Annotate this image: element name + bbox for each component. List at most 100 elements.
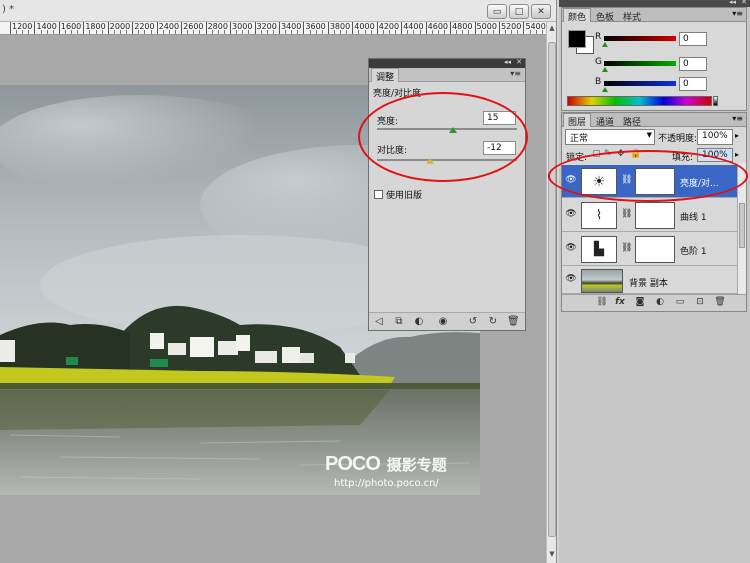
g-slider[interactable]: [604, 61, 676, 66]
b-slider[interactable]: [604, 81, 676, 86]
ruler-minor-tick: [511, 30, 513, 34]
eye-icon[interactable]: 👁: [565, 209, 577, 221]
layers-scroll-thumb[interactable]: [739, 203, 745, 248]
visibility-icon[interactable]: ◉: [437, 316, 449, 328]
ruler-minor-tick: [321, 30, 323, 34]
ruler-minor-tick: [138, 30, 140, 34]
link-icon[interactable]: ⛓: [621, 209, 632, 219]
color-ramp[interactable]: [567, 96, 712, 106]
vertical-scrollbar[interactable]: ▲ ▼: [546, 22, 556, 563]
opacity-input[interactable]: 100%: [697, 129, 733, 145]
new-layer-icon[interactable]: ⊡: [694, 297, 706, 309]
document-titlebar: ) * ▭ □ ✕: [0, 0, 556, 22]
layer-mask-thumbnail[interactable]: [635, 202, 675, 229]
ruler-minor-tick: [236, 30, 238, 34]
add-mask-icon[interactable]: ◙: [634, 297, 646, 309]
back-arrow-icon[interactable]: ◁: [373, 316, 385, 328]
ruler-minor-tick: [199, 30, 201, 34]
document-window: ) * ▭ □ ✕ 1200 1400 1600 1800 2000 2200 2400 26…: [0, 0, 557, 563]
scroll-down-icon[interactable]: ▼: [547, 550, 556, 560]
delete-layer-icon[interactable]: 🗑: [714, 297, 726, 309]
collapse-icon[interactable]: ◂◂: [504, 58, 511, 66]
ruler-tick: [278, 22, 280, 34]
legacy-label: 使用旧版: [386, 191, 423, 201]
panel-grip[interactable]: ◂◂ ✕: [369, 58, 525, 68]
opacity-arrow-icon[interactable]: ▸: [735, 131, 739, 140]
b-input[interactable]: 0: [679, 77, 707, 91]
clip-layer-icon[interactable]: ◐: [413, 316, 425, 328]
link-icon[interactable]: ⛓: [621, 243, 632, 253]
ruler-minor-tick: [340, 30, 342, 34]
foreground-color-swatch[interactable]: [568, 30, 586, 48]
panel-close-icon[interactable]: ✕: [516, 58, 522, 66]
b-slider-thumb[interactable]: [602, 87, 608, 92]
bw-ramp[interactable]: [713, 96, 718, 106]
eye-icon[interactable]: 👁: [565, 243, 577, 255]
layer-image-thumbnail: [581, 269, 623, 293]
ruler-minor-tick: [382, 30, 384, 34]
ruler-minor-tick: [65, 30, 66, 34]
layer-background-copy[interactable]: 👁 背景 副本: [562, 267, 737, 294]
layer-style-icon[interactable]: fx: [614, 297, 626, 309]
close-button[interactable]: ✕: [531, 4, 551, 19]
dock-grip[interactable]: ◂◂ ✕: [559, 0, 750, 7]
poco-watermark: POCO 摄影专题: [325, 453, 447, 476]
dock-collapse-icon[interactable]: ◂◂: [729, 0, 736, 6]
ruler-minor-tick: [437, 30, 439, 34]
tab-swatches[interactable]: 色板: [591, 8, 619, 23]
layer-mask-thumbnail[interactable]: [635, 236, 675, 263]
ruler-minor-tick: [358, 30, 360, 34]
trash-icon[interactable]: 🗑: [507, 316, 520, 328]
close-icon: ✕: [537, 6, 545, 17]
tab-channels[interactable]: 通道: [591, 113, 619, 128]
ruler-minor-tick: [535, 30, 537, 34]
ruler-minor-tick: [52, 30, 54, 34]
fill-arrow-icon[interactable]: ▸: [735, 150, 739, 159]
minimize-icon: ▭: [492, 6, 502, 17]
new-group-icon[interactable]: ▭: [674, 297, 686, 309]
ruler-tick: [499, 22, 500, 34]
tab-paths[interactable]: 路径: [618, 113, 646, 128]
blend-mode-select[interactable]: 正常 ▼: [565, 129, 655, 145]
annotation-ellipse-layer: [548, 150, 748, 202]
layer-curves[interactable]: 👁 ⌇ ⛓ 曲线 1: [562, 199, 737, 232]
g-input[interactable]: 0: [679, 57, 707, 71]
tab-color[interactable]: 颜色: [563, 8, 592, 23]
ruler-tick: [181, 22, 183, 34]
dock-close-icon[interactable]: ✕: [741, 0, 747, 6]
ruler-minor-tick: [95, 30, 97, 34]
color-tabbar: 颜色 色板 样式 ▾≡: [562, 8, 746, 23]
minimize-button[interactable]: ▭: [487, 4, 507, 19]
restore-button[interactable]: □: [509, 4, 529, 19]
view-previous-icon[interactable]: ↺: [467, 316, 479, 328]
scroll-up-icon[interactable]: ▲: [547, 24, 556, 34]
ruler-minor-tick: [468, 30, 470, 34]
legacy-checkbox[interactable]: [374, 190, 383, 199]
layer-levels[interactable]: 👁 ▙ ⛓ 色阶 1: [562, 233, 737, 266]
g-slider-thumb[interactable]: [602, 67, 608, 72]
expand-view-icon[interactable]: ⧉: [393, 316, 405, 328]
ruler-tick: [34, 22, 36, 34]
link-layers-icon[interactable]: ⛓: [596, 297, 608, 309]
layers-menu-icon[interactable]: ▾≡: [732, 114, 743, 123]
ruler-minor-tick: [297, 30, 299, 34]
r-slider[interactable]: [604, 36, 676, 41]
color-menu-icon[interactable]: ▾≡: [732, 9, 743, 18]
tab-adjustments[interactable]: 调整: [371, 68, 400, 83]
panel-menu-icon[interactable]: ▾≡: [510, 69, 521, 78]
reset-icon[interactable]: ↻: [487, 316, 499, 328]
scroll-thumb[interactable]: [548, 42, 556, 537]
r-input[interactable]: 0: [679, 32, 707, 46]
ruler-minor-tick: [315, 30, 317, 34]
r-slider-thumb[interactable]: [602, 42, 608, 47]
tab-layers[interactable]: 图层: [563, 113, 592, 128]
horizontal-ruler: 1200 1400 1600 1800 2000 2200 2400 2600 2800 3000…: [0, 22, 546, 35]
eye-icon[interactable]: 👁: [565, 274, 577, 286]
new-adjustment-icon[interactable]: ◐: [654, 297, 666, 309]
tab-styles[interactable]: 样式: [618, 8, 646, 23]
watermark-tagline: 摄影专题: [386, 456, 447, 474]
opacity-label: 不透明度:: [658, 134, 698, 144]
blend-mode-value: 正常: [570, 134, 589, 144]
watermark-url: http://photo.poco.cn/: [334, 478, 439, 489]
ruler-minor-tick: [413, 30, 415, 34]
